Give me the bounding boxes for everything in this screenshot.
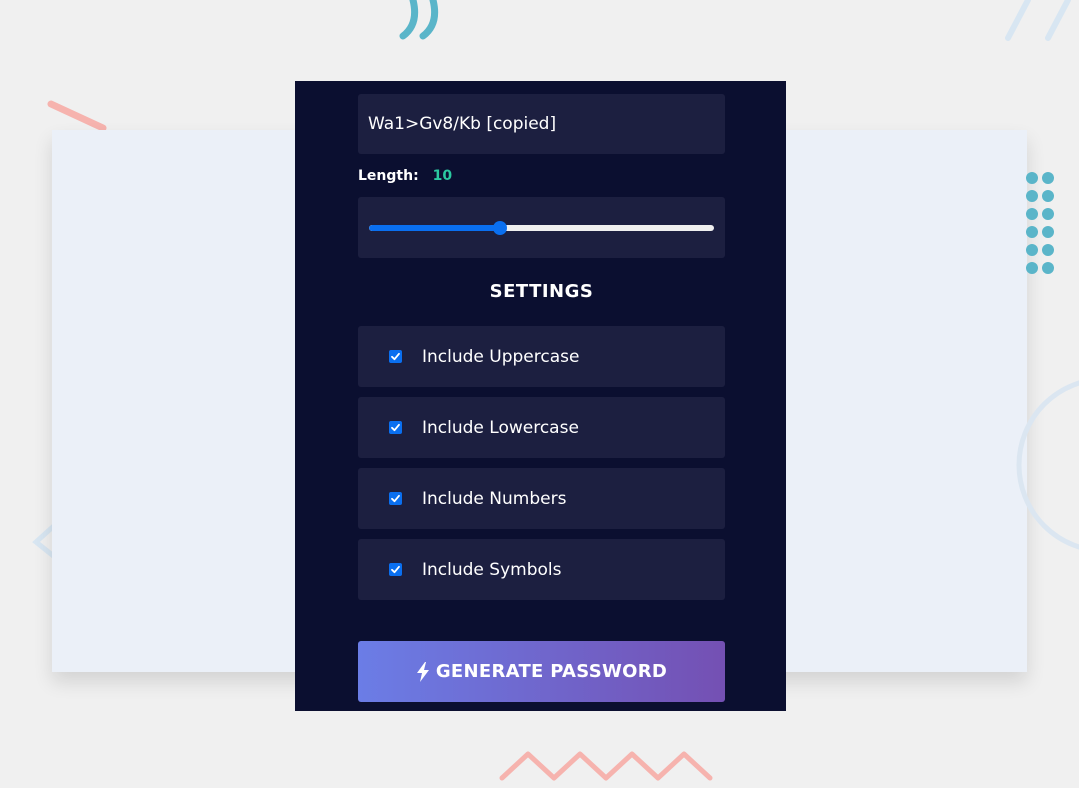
length-row: Length: 10	[358, 166, 452, 186]
lowercase-label: Include Lowercase	[422, 417, 579, 438]
numbers-label: Include Numbers	[422, 488, 567, 509]
generate-password-label: GENERATE PASSWORD	[435, 661, 668, 682]
generate-password-button[interactable]: GENERATE PASSWORD	[358, 641, 725, 702]
setting-lowercase[interactable]: Include Lowercase	[358, 397, 725, 458]
length-label: Length:	[358, 168, 419, 184]
lowercase-checkbox[interactable]	[389, 421, 402, 434]
decorative-arcs-top	[399, 0, 439, 40]
length-slider-container	[358, 197, 725, 258]
length-value: 10	[432, 168, 453, 184]
uppercase-label: Include Uppercase	[422, 346, 580, 367]
length-slider-track[interactable]	[369, 225, 714, 231]
setting-numbers[interactable]: Include Numbers	[358, 468, 725, 529]
bolt-icon	[416, 661, 430, 682]
decorative-slashes-top-right	[1005, 0, 1071, 41]
password-generator-panel: Wa1>Gv8/Kb [copied] Length: 10 SETTINGS …	[295, 81, 786, 711]
uppercase-checkbox[interactable]	[389, 350, 402, 363]
password-result-field[interactable]: Wa1>Gv8/Kb [copied]	[358, 94, 725, 154]
symbols-checkbox[interactable]	[389, 563, 402, 576]
decorative-circle-right	[1016, 380, 1079, 550]
decorative-zigzag-bottom	[499, 751, 713, 781]
setting-symbols[interactable]: Include Symbols	[358, 539, 725, 600]
length-slider-thumb[interactable]	[493, 221, 508, 235]
numbers-checkbox[interactable]	[389, 492, 402, 505]
setting-uppercase[interactable]: Include Uppercase	[358, 326, 725, 387]
settings-title: SETTINGS	[489, 281, 594, 302]
symbols-label: Include Symbols	[422, 559, 562, 580]
decorative-dot-grid	[1026, 172, 1054, 274]
length-slider-fill	[369, 225, 501, 231]
